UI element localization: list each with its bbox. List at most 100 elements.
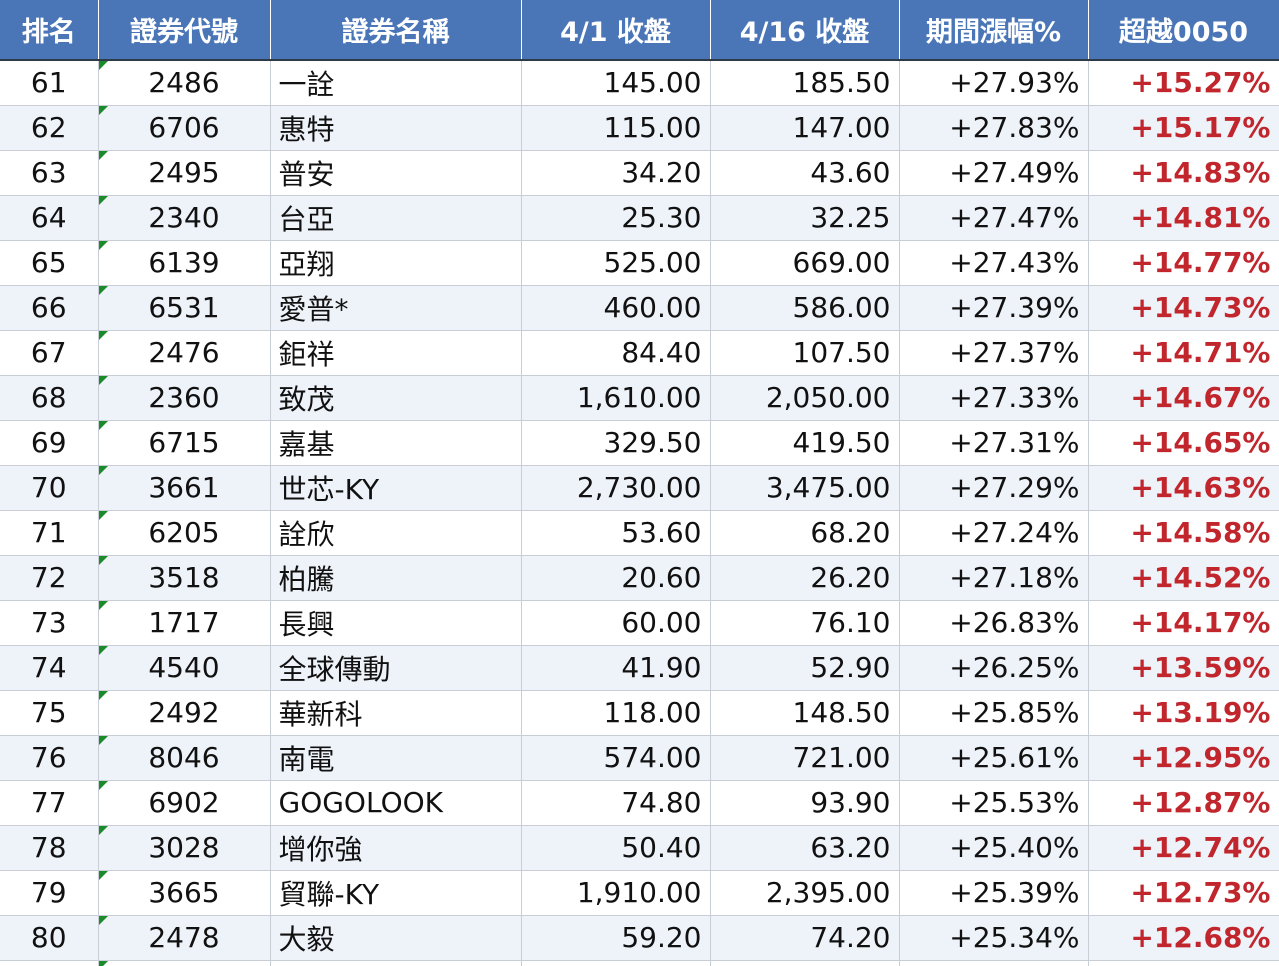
excess-cell[interactable]: +13.59% xyxy=(1088,645,1279,690)
close-0401-cell[interactable]: 20.60 xyxy=(521,555,710,600)
excess-cell[interactable]: +12.95% xyxy=(1088,735,1279,780)
code-cell[interactable]: 2492 xyxy=(98,690,270,735)
name-cell[interactable]: 致茂 xyxy=(270,375,521,420)
code-cell[interactable]: 2478 xyxy=(98,915,270,960)
close-0416-cell[interactable]: 68.20 xyxy=(710,510,899,555)
code-cell[interactable]: 6902 xyxy=(98,780,270,825)
excess-cell[interactable]: +14.65% xyxy=(1088,420,1279,465)
close-0416-cell[interactable]: 586.00 xyxy=(710,285,899,330)
close-0401-cell[interactable]: 574.00 xyxy=(521,735,710,780)
rank-cell[interactable]: 67 xyxy=(0,330,98,375)
header-rank[interactable]: 排名 xyxy=(0,0,98,60)
close-0401-cell[interactable]: 2,730.00 xyxy=(521,465,710,510)
close-0416-cell[interactable]: 107.50 xyxy=(710,330,899,375)
header-change[interactable]: 期間漲幅% xyxy=(899,0,1088,60)
excess-cell[interactable]: +15.27% xyxy=(1088,60,1279,105)
close-0416-cell[interactable]: 721.00 xyxy=(710,735,899,780)
excess-cell[interactable]: +14.67% xyxy=(1088,375,1279,420)
rank-cell[interactable]: 74 xyxy=(0,645,98,690)
change-cell[interactable]: +27.39% xyxy=(899,285,1088,330)
close-0416-cell[interactable]: 74.20 xyxy=(710,915,899,960)
rank-cell[interactable]: 68 xyxy=(0,375,98,420)
close-0401-cell[interactable]: 59.20 xyxy=(521,915,710,960)
close-0401-cell[interactable]: 329.50 xyxy=(521,420,710,465)
name-cell[interactable]: 惠特 xyxy=(270,105,521,150)
change-cell[interactable]: +25.39% xyxy=(899,870,1088,915)
code-cell[interactable]: 4540 xyxy=(98,645,270,690)
change-cell[interactable]: +27.37% xyxy=(899,330,1088,375)
close-0401-cell[interactable]: 60.00 xyxy=(521,600,710,645)
close-0401-cell[interactable]: 53.60 xyxy=(521,510,710,555)
change-cell[interactable]: +26.25% xyxy=(899,645,1088,690)
name-cell[interactable]: 詮欣 xyxy=(270,510,521,555)
rank-cell[interactable]: 75 xyxy=(0,690,98,735)
rank-cell[interactable]: 64 xyxy=(0,195,98,240)
rank-cell[interactable]: 69 xyxy=(0,420,98,465)
code-cell[interactable]: 3661 xyxy=(98,465,270,510)
name-cell[interactable]: 南電 xyxy=(270,735,521,780)
code-cell[interactable]: 2340 xyxy=(98,195,270,240)
change-cell[interactable]: +25.53% xyxy=(899,780,1088,825)
close-0416-cell[interactable]: 2,395.00 xyxy=(710,870,899,915)
change-cell[interactable]: +25.85% xyxy=(899,690,1088,735)
excess-cell[interactable]: +12.73% xyxy=(1088,870,1279,915)
close-0401-cell[interactable]: 115.00 xyxy=(521,105,710,150)
name-cell[interactable]: 愛普* xyxy=(270,285,521,330)
name-cell[interactable]: 一詮 xyxy=(270,60,521,105)
name-cell[interactable]: 全球傳動 xyxy=(270,645,521,690)
excess-cell[interactable]: +12.74% xyxy=(1088,825,1279,870)
name-cell[interactable]: 柏騰 xyxy=(270,555,521,600)
code-cell[interactable]: 2486 xyxy=(98,60,270,105)
code-cell[interactable]: 2360 xyxy=(98,375,270,420)
close-0401-cell[interactable]: 145.00 xyxy=(521,60,710,105)
rank-cell[interactable]: 76 xyxy=(0,735,98,780)
close-0416-cell[interactable]: 63.20 xyxy=(710,825,899,870)
rank-cell[interactable]: 65 xyxy=(0,240,98,285)
excess-cell[interactable]: +13.19% xyxy=(1088,690,1279,735)
change-cell[interactable]: +25.40% xyxy=(899,825,1088,870)
header-name[interactable]: 證券名稱 xyxy=(270,0,521,60)
excess-cell[interactable]: +12.87% xyxy=(1088,780,1279,825)
close-0416-cell[interactable]: 52.90 xyxy=(710,645,899,690)
close-0416-cell[interactable]: 32.25 xyxy=(710,195,899,240)
close-0401-cell[interactable]: 74.80 xyxy=(521,780,710,825)
close-0401-cell[interactable]: 525.00 xyxy=(521,240,710,285)
code-cell[interactable]: 6706 xyxy=(98,105,270,150)
rank-cell[interactable]: 77 xyxy=(0,780,98,825)
name-cell[interactable]: 普安 xyxy=(270,150,521,195)
name-cell[interactable]: 嘉基 xyxy=(270,420,521,465)
close-0416-cell[interactable]: 419.50 xyxy=(710,420,899,465)
close-0416-cell[interactable]: 3,475.00 xyxy=(710,465,899,510)
change-cell[interactable]: +27.93% xyxy=(899,60,1088,105)
name-cell[interactable]: 華新科 xyxy=(270,690,521,735)
change-cell[interactable]: +25.61% xyxy=(899,735,1088,780)
name-cell[interactable]: GOGOLOOK xyxy=(270,780,521,825)
rank-cell[interactable]: 70 xyxy=(0,465,98,510)
name-cell[interactable]: 台亞 xyxy=(270,195,521,240)
name-cell[interactable]: 世芯-KY xyxy=(270,465,521,510)
close-0416-cell[interactable]: 93.90 xyxy=(710,780,899,825)
close-0416-cell[interactable]: 76.10 xyxy=(710,600,899,645)
code-cell[interactable]: 3518 xyxy=(98,555,270,600)
change-cell[interactable]: +27.47% xyxy=(899,195,1088,240)
rank-cell[interactable]: 78 xyxy=(0,825,98,870)
code-cell[interactable]: 6531 xyxy=(98,285,270,330)
excess-cell[interactable]: +14.83% xyxy=(1088,150,1279,195)
rank-cell[interactable]: 62 xyxy=(0,105,98,150)
close-0416-cell[interactable]: 148.50 xyxy=(710,690,899,735)
excess-cell[interactable]: +14.58% xyxy=(1088,510,1279,555)
header-excess[interactable]: 超越0050 xyxy=(1088,0,1279,60)
header-close-0401[interactable]: 4/1 收盤 xyxy=(521,0,710,60)
close-0416-cell[interactable]: 147.00 xyxy=(710,105,899,150)
header-close-0416[interactable]: 4/16 收盤 xyxy=(710,0,899,60)
name-cell[interactable]: 亞翔 xyxy=(270,240,521,285)
excess-cell[interactable]: +14.52% xyxy=(1088,555,1279,600)
excess-cell[interactable]: +14.17% xyxy=(1088,600,1279,645)
rank-cell[interactable]: 79 xyxy=(0,870,98,915)
header-code[interactable]: 證券代號 xyxy=(98,0,270,60)
excess-cell[interactable]: +14.71% xyxy=(1088,330,1279,375)
code-cell[interactable]: 8046 xyxy=(98,735,270,780)
change-cell[interactable]: +25.34% xyxy=(899,915,1088,960)
rank-cell[interactable]: 72 xyxy=(0,555,98,600)
name-cell[interactable]: 大毅 xyxy=(270,915,521,960)
